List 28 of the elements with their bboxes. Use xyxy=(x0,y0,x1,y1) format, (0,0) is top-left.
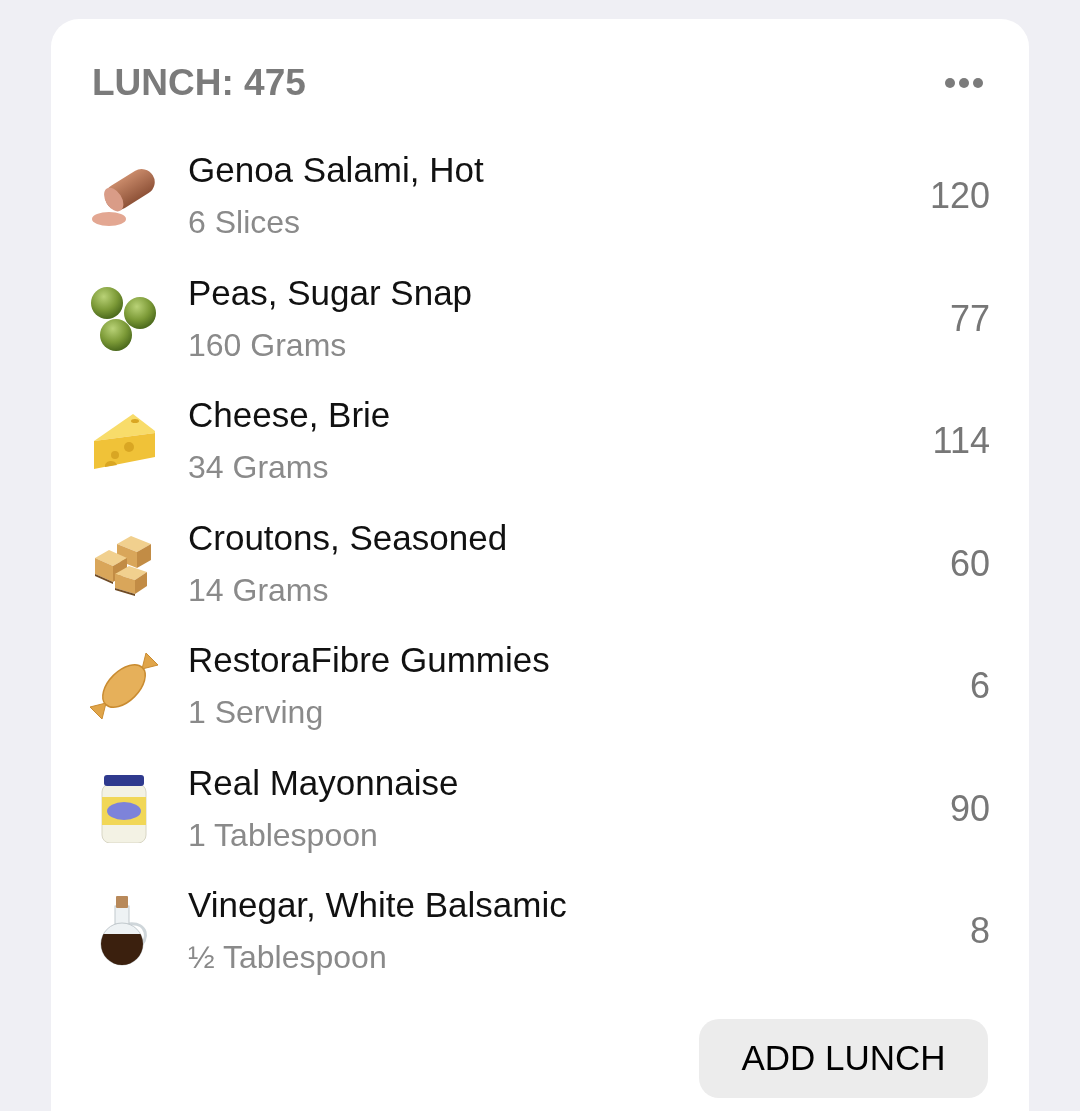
serving-size: ½ Tablespoon xyxy=(188,938,387,978)
candy-icon xyxy=(90,651,158,722)
peas-icon xyxy=(90,284,158,353)
serving-size: 14 Grams xyxy=(188,570,329,610)
calorie-count: 8 xyxy=(969,909,990,954)
serving-size: 34 Grams xyxy=(188,448,329,488)
serving-size: 1 Serving xyxy=(188,693,324,733)
food-name: Peas, Sugar Snap xyxy=(188,271,473,314)
food-name: RestoraFibre Gummies xyxy=(188,639,550,682)
food-name: Real Mayonnaise xyxy=(188,761,459,804)
cheese-icon xyxy=(91,411,157,472)
calorie-count: 120 xyxy=(929,174,990,219)
calorie-count: 6 xyxy=(969,664,990,709)
calorie-count: 60 xyxy=(949,541,990,586)
food-name: Croutons, Seasoned xyxy=(188,516,508,559)
meal-title: LUNCH: 475 xyxy=(92,63,306,103)
calorie-count: 114 xyxy=(932,419,990,464)
add-lunch-button[interactable]: ADD LUNCH xyxy=(699,1018,988,1098)
calorie-count: 77 xyxy=(949,296,990,341)
serving-size: 1 Tablespoon xyxy=(188,815,378,855)
food-name: Vinegar, White Balsamic xyxy=(188,884,567,927)
food-name: Genoa Salami, Hot xyxy=(188,149,484,192)
calorie-count: 90 xyxy=(949,786,990,831)
food-name: Cheese, Brie xyxy=(188,394,391,437)
jar-icon xyxy=(100,774,148,843)
serving-size: 6 Slices xyxy=(188,203,301,243)
serving-size: 160 Grams xyxy=(188,325,347,365)
more-icon[interactable] xyxy=(945,78,983,88)
